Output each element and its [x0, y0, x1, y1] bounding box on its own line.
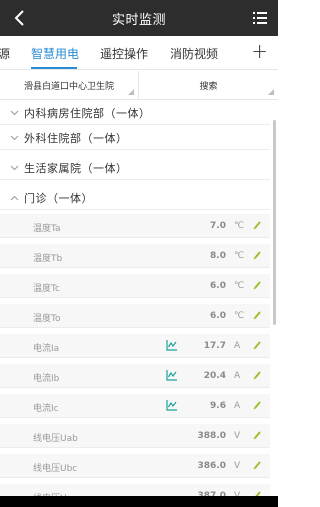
pencil-icon[interactable] — [253, 430, 262, 440]
pencil-icon[interactable] — [253, 310, 262, 320]
top-bar: 实时监测 — [0, 0, 278, 36]
group-label: 生活家属院（一体） — [24, 161, 128, 175]
measurement-name: 温度To — [33, 314, 61, 324]
line-chart-icon[interactable] — [166, 339, 178, 351]
pencil-icon[interactable] — [253, 370, 262, 380]
measurement-unit: ℃ — [234, 221, 245, 231]
measurement-unit: ℃ — [234, 311, 245, 321]
measurement-value: 8.0 — [210, 251, 226, 261]
line-chart-icon[interactable] — [166, 369, 178, 381]
measurement-row[interactable]: 温度To 6.0 ℃ — [0, 304, 270, 328]
site-selector[interactable]: 滑县白道口中心卫生院 — [0, 71, 139, 99]
measurement-row[interactable]: 温度Ta 7.0 ℃ — [0, 214, 270, 238]
chevron-up-icon — [0, 195, 20, 201]
tab-bar: 源 智慧用电 遥控操作 消防视频 + — [0, 36, 278, 70]
measurement-value: 20.4 — [203, 371, 226, 381]
measurement-value: 6.0 — [210, 311, 226, 321]
chevron-down-icon — [0, 135, 20, 141]
measurement-value: 7.0 — [210, 221, 226, 231]
measurement-unit: V — [234, 431, 241, 441]
measurement-name: 温度Tc — [33, 284, 60, 294]
pencil-icon[interactable] — [253, 340, 262, 350]
search-selector[interactable]: 搜索 — [139, 71, 278, 99]
filter-row: 滑县白道口中心卫生院 搜索 — [0, 71, 278, 100]
group-item-expanded[interactable]: 门诊（一体） — [0, 186, 270, 210]
add-button[interactable]: + — [251, 41, 268, 61]
page-title: 实时监测 — [111, 12, 166, 28]
measurement-unit: ℃ — [234, 251, 245, 261]
measurement-value: 388.0 — [197, 431, 226, 441]
group-item[interactable]: 外科住院部（一体） — [0, 126, 270, 150]
group-label: 外科住院部（一体） — [24, 131, 128, 145]
pencil-icon[interactable] — [253, 280, 262, 290]
measurement-row[interactable]: 温度Tb 8.0 ℃ — [0, 244, 270, 268]
pencil-icon[interactable] — [253, 250, 262, 260]
measurement-name: 电流Ia — [33, 344, 60, 354]
measurement-name: 电流Ic — [33, 404, 59, 414]
measurement-row[interactable]: 电流Ic 9.6 A — [0, 394, 270, 418]
measurement-name: 线电压Uab — [33, 434, 78, 444]
measurement-name: 电流Ib — [33, 374, 60, 384]
site-selector-label: 滑县白道口中心卫生院 — [23, 81, 114, 92]
measurement-value: 9.6 — [210, 401, 226, 411]
dropdown-corner-icon — [268, 89, 274, 95]
pencil-icon[interactable] — [253, 400, 262, 410]
group-label: 门诊（一体） — [24, 191, 93, 205]
measurement-value: 17.7 — [203, 341, 226, 351]
chevron-down-icon — [0, 165, 20, 171]
active-tab-indicator — [31, 67, 77, 69]
measurement-value: 386.0 — [197, 461, 226, 471]
bottom-bar — [0, 496, 278, 507]
measurement-row[interactable]: 线电压Ubc 386.0 V — [0, 454, 270, 478]
measurement-unit: A — [234, 341, 241, 351]
measurement-name: 温度Tb — [33, 254, 63, 264]
measurement-unit: A — [234, 371, 241, 381]
measurement-row[interactable]: 温度Tc 6.0 ℃ — [0, 274, 270, 298]
measurement-value: 6.0 — [210, 281, 226, 291]
measurement-row[interactable]: 电流Ia 17.7 A — [0, 334, 270, 358]
measurement-name: 线电压Ubc — [33, 464, 78, 474]
tab-fire-video[interactable]: 消防视频 — [170, 45, 218, 62]
measurement-row[interactable]: 电流Ib 20.4 A — [0, 364, 270, 388]
group-item[interactable]: 生活家属院（一体） — [0, 156, 270, 180]
measurement-unit: ℃ — [234, 281, 245, 291]
line-chart-icon[interactable] — [166, 399, 178, 411]
group-item[interactable]: 内科病房住院部（一体） — [0, 101, 270, 125]
chevron-down-icon — [0, 110, 20, 116]
pencil-icon[interactable] — [253, 220, 262, 230]
back-icon[interactable] — [8, 6, 32, 30]
measurement-unit: A — [234, 401, 241, 411]
group-label: 内科病房住院部（一体） — [24, 106, 151, 120]
tab-partial[interactable]: 源 — [0, 45, 10, 62]
scrollbar[interactable] — [273, 120, 276, 325]
dropdown-corner-icon — [128, 89, 134, 95]
measurement-name: 温度Ta — [33, 224, 61, 234]
search-label: 搜索 — [199, 81, 218, 92]
tab-smart-electricity[interactable]: 智慧用电 — [31, 45, 79, 62]
measurement-unit: V — [234, 461, 241, 471]
measurement-row[interactable]: 线电压Uab 388.0 V — [0, 424, 270, 448]
menu-icon[interactable] — [252, 10, 268, 26]
tab-remote-control[interactable]: 遥控操作 — [100, 45, 148, 62]
pencil-icon[interactable] — [253, 460, 262, 470]
